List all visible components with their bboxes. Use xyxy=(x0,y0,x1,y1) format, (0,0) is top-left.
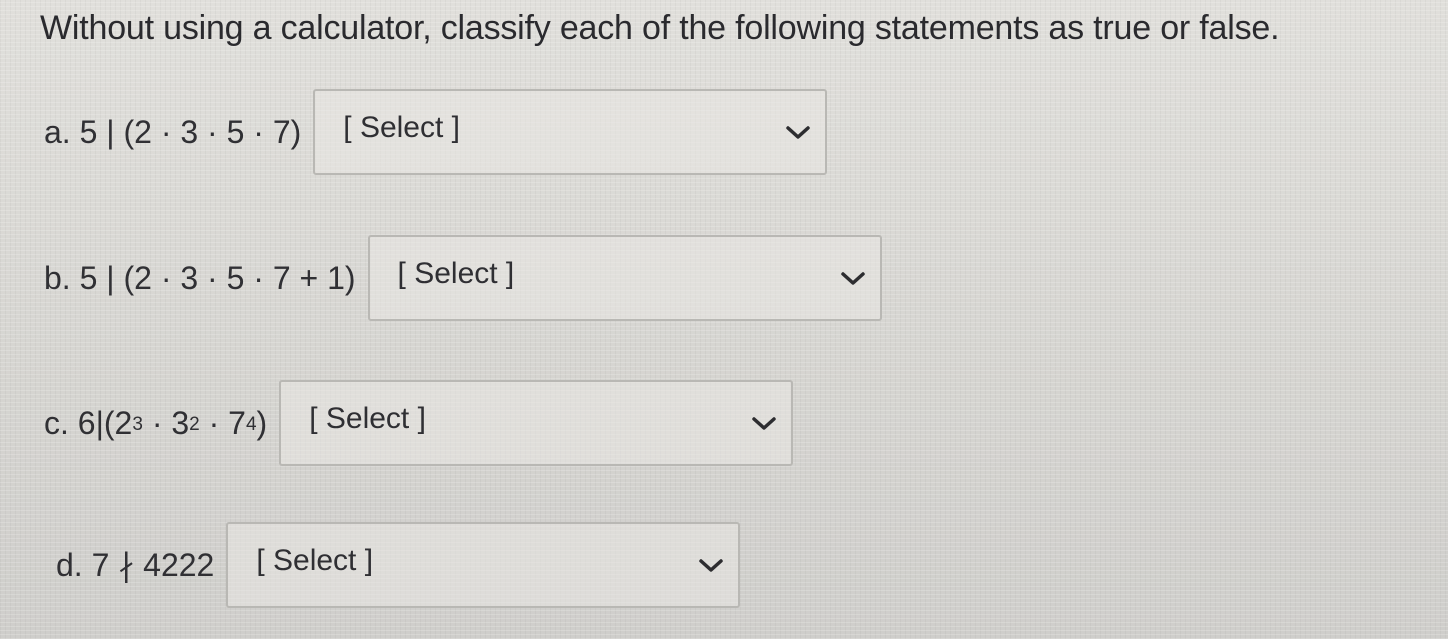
chevron-down-icon xyxy=(751,416,777,432)
select-value: [ Select ] xyxy=(309,402,426,435)
select-value: [ Select ] xyxy=(397,257,515,290)
statement-label: a. xyxy=(44,113,71,150)
chevron-down-icon xyxy=(840,271,866,287)
chevron-down-icon xyxy=(785,125,811,141)
statement-expression: 5 | (2 · 3 · 5 · 7 + 1) xyxy=(79,259,356,296)
answer-select-d[interactable]: [ Select ] xyxy=(226,522,741,608)
chevron-down-icon xyxy=(698,558,724,574)
question-row-a: a. 5 | (2 · 3 · 5 · 7) [ Select ] xyxy=(44,87,828,177)
statement-d: d. 7 ∤ 4222 xyxy=(56,546,214,584)
statement-expression: 5 | (2 · 3 · 5 · 7) xyxy=(79,113,302,150)
statement-label: c. xyxy=(44,404,69,441)
answer-select-b[interactable]: [ Select ] xyxy=(367,235,882,321)
statement-expression: 7 ∤ 4222 xyxy=(91,547,215,583)
statement-expression: 6|(23 · 32 · 74) xyxy=(77,404,268,441)
select-value: [ Select ] xyxy=(343,111,460,144)
question-row-d: d. 7 ∤ 4222 [ Select ] xyxy=(56,520,741,610)
select-value: [ Select ] xyxy=(256,544,374,577)
statement-label: d. xyxy=(56,547,83,583)
question-prompt: Without using a calculator, classify eac… xyxy=(40,9,1280,47)
answer-select-c[interactable]: [ Select ] xyxy=(279,380,794,466)
statement-a: a. 5 | (2 · 3 · 5 · 7) xyxy=(44,114,301,151)
statement-c: c. 6|(23 · 32 · 74) xyxy=(44,405,267,442)
question-row-b: b. 5 | (2 · 3 · 5 · 7 + 1) [ Select ] xyxy=(44,233,882,323)
question-row-c: c. 6|(23 · 32 · 74) [ Select ] xyxy=(44,378,794,468)
answer-select-a[interactable]: [ Select ] xyxy=(313,89,828,175)
statement-label: b. xyxy=(44,259,71,296)
statement-b: b. 5 | (2 · 3 · 5 · 7 + 1) xyxy=(44,260,356,297)
